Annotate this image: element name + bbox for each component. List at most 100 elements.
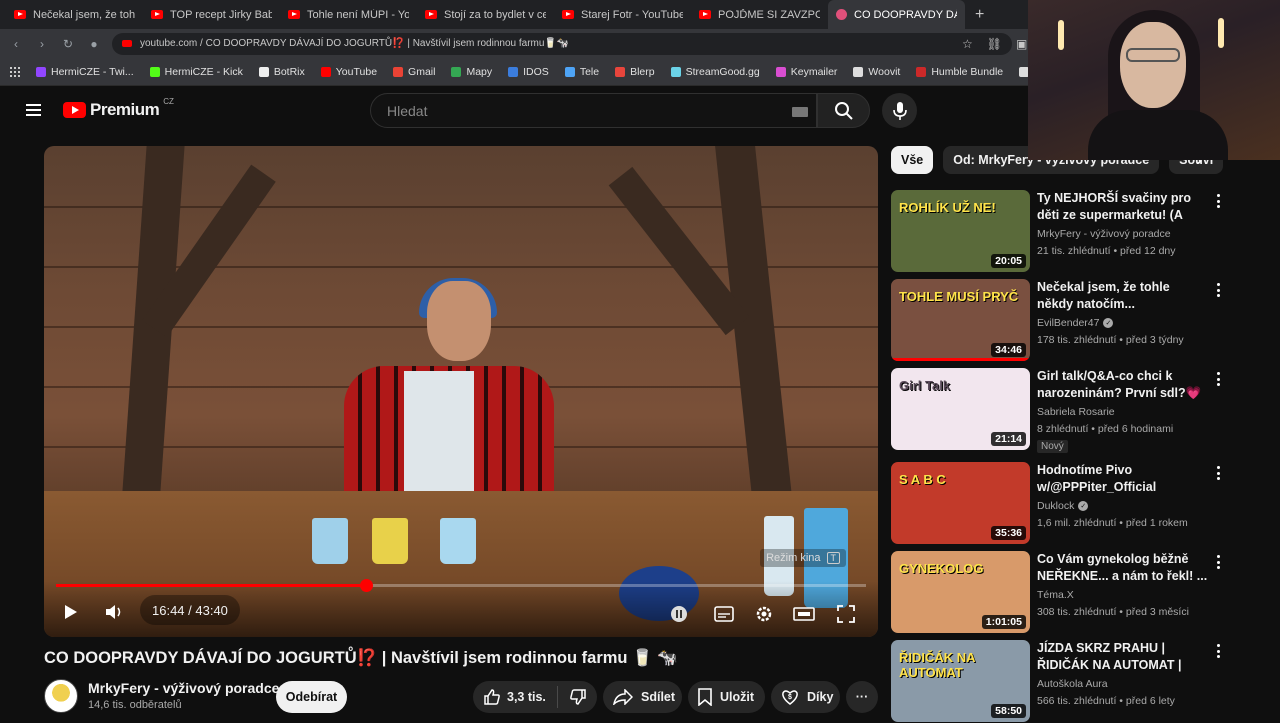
bookmark-item[interactable]: HermiCZE - Twi...	[28, 66, 142, 78]
recommendation-item[interactable]: Girl Talk 21:14 Girl talk/Q&A-co chci k na…	[891, 368, 1236, 453]
forward-icon[interactable]: ›	[34, 37, 50, 51]
recommendation-thumbnail[interactable]: TOHLE MUSÍ PRYČ 34:46	[891, 279, 1030, 361]
menu-icon[interactable]	[26, 104, 41, 116]
browser-tab[interactable]: TOP recept Jirky Babicii K	[143, 0, 280, 29]
subtitles-button[interactable]	[712, 603, 736, 625]
verified-icon: ✓	[1103, 318, 1114, 328]
recommendation-title[interactable]: JÍZDA SKRZ PRAHU | ŘIDIČÁK NA AUTOMAT | …	[1037, 640, 1209, 674]
recommendation-channel[interactable]: Sabriela Rosarie	[1037, 406, 1115, 418]
video-time: 16:44 / 43:40	[140, 595, 240, 625]
save-button[interactable]: Uložit	[688, 681, 765, 713]
thumbnail-text: ŘIDIČÁK NA AUTOMAT	[899, 650, 976, 680]
bookmark-item[interactable]: IDOS	[500, 66, 557, 78]
browser-tab-active[interactable]: CO DOOPRAVDY DÁVAJÍ	[828, 0, 965, 29]
theater-mode-button[interactable]	[792, 603, 816, 625]
kebab-menu-icon[interactable]	[1217, 283, 1221, 300]
bookmark-favicon-icon	[775, 66, 786, 77]
recommendation-channel[interactable]: MrkyFery - výživový poradce	[1037, 228, 1171, 240]
play-icon	[65, 605, 77, 619]
recommendation-title[interactable]: Hodnotíme Pivo w/@PPPiter_Official (Tier…	[1037, 462, 1209, 496]
recommendation-item[interactable]: TOHLE MUSÍ PRYČ 34:46 Nečekal jsem, že toh…	[891, 279, 1236, 362]
channel-avatar[interactable]	[44, 679, 78, 713]
voice-search-button[interactable]	[882, 93, 917, 128]
recommendation-item[interactable]: GYNEKOLOG 1:01:05 Co Vám gynekolog běžně N…	[891, 551, 1236, 634]
youtube-favicon-icon	[14, 10, 26, 19]
recommendation-item[interactable]: S A B C 35:36 Hodnotíme Pivo w/@PPPiter_Of…	[891, 462, 1236, 545]
subscribe-button[interactable]: Odebírat	[276, 681, 347, 713]
progress-bar[interactable]	[56, 579, 866, 592]
kebab-menu-icon[interactable]	[1217, 466, 1221, 483]
play-button[interactable]	[56, 597, 86, 627]
recommendation-thumbnail[interactable]: GYNEKOLOG 1:01:05	[891, 551, 1030, 633]
url-field[interactable]: youtube.com / CO DOOPRAVDY DÁVAJÍ DO JOG…	[112, 32, 1012, 55]
bookmark-favicon-icon	[508, 66, 519, 77]
new-tab-button[interactable]: +	[965, 6, 994, 24]
bookmark-item[interactable]: Keymailer	[768, 66, 846, 78]
star-icon[interactable]: ☆	[962, 37, 973, 51]
recommendation-thumbnail[interactable]: ŘIDIČÁK NA AUTOMAT 58:50	[891, 640, 1030, 722]
recommendation-meta: 178 tis. zhlédnutí • před 3 týdny	[1037, 334, 1184, 346]
search-placeholder: Hledat	[387, 102, 428, 119]
fullscreen-button[interactable]	[834, 603, 858, 625]
like-count: 3,3 tis.	[507, 690, 546, 704]
recommendation-item[interactable]: ROHLÍK UŽ NE! 20:05 Ty NEJHORŠÍ svačiny pr…	[891, 190, 1236, 273]
recommendation-channel[interactable]: Téma.X	[1037, 589, 1074, 601]
video-player[interactable]: Režim kina T 16:44 / 43:40	[44, 146, 878, 637]
recommendation-thumbnail[interactable]: Girl Talk 21:14	[891, 368, 1030, 450]
browser-tab[interactable]: POJĎME SI ZAVZPOMÍNA	[691, 0, 828, 29]
share-button[interactable]: Sdílet	[603, 681, 682, 713]
browser-tab[interactable]: Tohle není MÚPI - YouTub	[280, 0, 417, 29]
link-icon[interactable]: ⛓	[987, 37, 1002, 51]
bookmark-label: BotRix	[273, 65, 305, 78]
bookmark-item[interactable]: Woovit	[845, 66, 908, 78]
apps-grid-icon[interactable]	[10, 66, 20, 77]
microphone-icon[interactable]: ●	[86, 37, 102, 51]
recommendation-title[interactable]: Co Vám gynekolog běžně NEŘEKNE... a nám …	[1037, 551, 1209, 585]
kebab-menu-icon[interactable]	[1217, 555, 1221, 572]
channel-name[interactable]: MrkyFery - výživový poradce	[88, 680, 279, 696]
thanks-button[interactable]: $ Díky	[771, 681, 840, 713]
recommendation-thumbnail[interactable]: ROHLÍK UŽ NE! 20:05	[891, 190, 1030, 272]
kebab-menu-icon[interactable]	[1217, 644, 1221, 661]
recommendation-title[interactable]: Girl talk/Q&A-co chci k narozeninám? Prv…	[1037, 368, 1209, 402]
channel-name: EvilBender47	[1037, 317, 1100, 329]
recommendation-item[interactable]: ŘIDIČÁK NA AUTOMAT 58:50 JÍZDA SKRZ PRAHU …	[891, 640, 1236, 723]
more-actions-button[interactable]: ···	[846, 681, 878, 713]
bookmark-item[interactable]: BotRix	[251, 66, 313, 78]
search-button[interactable]	[817, 93, 870, 128]
keyboard-icon[interactable]	[792, 107, 808, 117]
youtube-logo-icon	[63, 102, 86, 118]
back-icon[interactable]: ‹	[8, 37, 24, 51]
reload-icon[interactable]: ↻	[60, 37, 76, 51]
bookmark-item[interactable]: Mapy	[443, 66, 500, 78]
bookmark-item[interactable]: Tele	[557, 66, 607, 78]
youtube-premium-logo[interactable]: Premium CZ	[63, 97, 174, 120]
recommendation-channel[interactable]: Duklock ✓	[1037, 500, 1089, 512]
search-input[interactable]: Hledat	[370, 93, 817, 128]
browser-tab[interactable]: Stojí za to bydlet v centru	[417, 0, 554, 29]
extensions-icon[interactable]: ▣	[1016, 37, 1027, 51]
bookmark-item[interactable]: YouTube	[313, 66, 385, 78]
bookmark-label: HermiCZE - Kick	[164, 65, 243, 78]
bookmark-item[interactable]: Humble Bundle	[908, 66, 1011, 78]
like-button[interactable]: 3,3 tis.	[473, 688, 557, 706]
settings-button[interactable]	[752, 603, 776, 625]
kebab-menu-icon[interactable]	[1217, 194, 1221, 211]
kebab-menu-icon[interactable]	[1217, 372, 1221, 389]
browser-tab[interactable]: Nečekal jsem, že tohle ně	[6, 0, 143, 29]
recommendation-title[interactable]: Ty NEJHORŠÍ svačiny pro děti ze supermar…	[1037, 190, 1209, 224]
autoplay-toggle[interactable]	[668, 603, 690, 625]
chip-all[interactable]: Vše	[891, 146, 934, 174]
dislike-button[interactable]	[558, 688, 597, 706]
recommendation-channel[interactable]: Autoškola Aura	[1037, 678, 1108, 690]
bookmark-label: HermiCZE - Twi...	[51, 65, 134, 78]
bookmark-item[interactable]: Gmail	[385, 66, 443, 78]
recommendation-title[interactable]: Nečekal jsem, že tohle někdy natočím...	[1037, 279, 1209, 313]
bookmark-item[interactable]: HermiCZE - Kick	[142, 66, 251, 78]
recommendation-thumbnail[interactable]: S A B C 35:36	[891, 462, 1030, 544]
browser-tab[interactable]: Starej Fotr - YouTube	[554, 0, 691, 29]
bookmark-item[interactable]: Blerp	[607, 66, 663, 78]
volume-button[interactable]	[100, 597, 130, 627]
recommendation-channel[interactable]: EvilBender47 ✓	[1037, 317, 1114, 329]
bookmark-item[interactable]: StreamGood.gg	[663, 66, 768, 78]
